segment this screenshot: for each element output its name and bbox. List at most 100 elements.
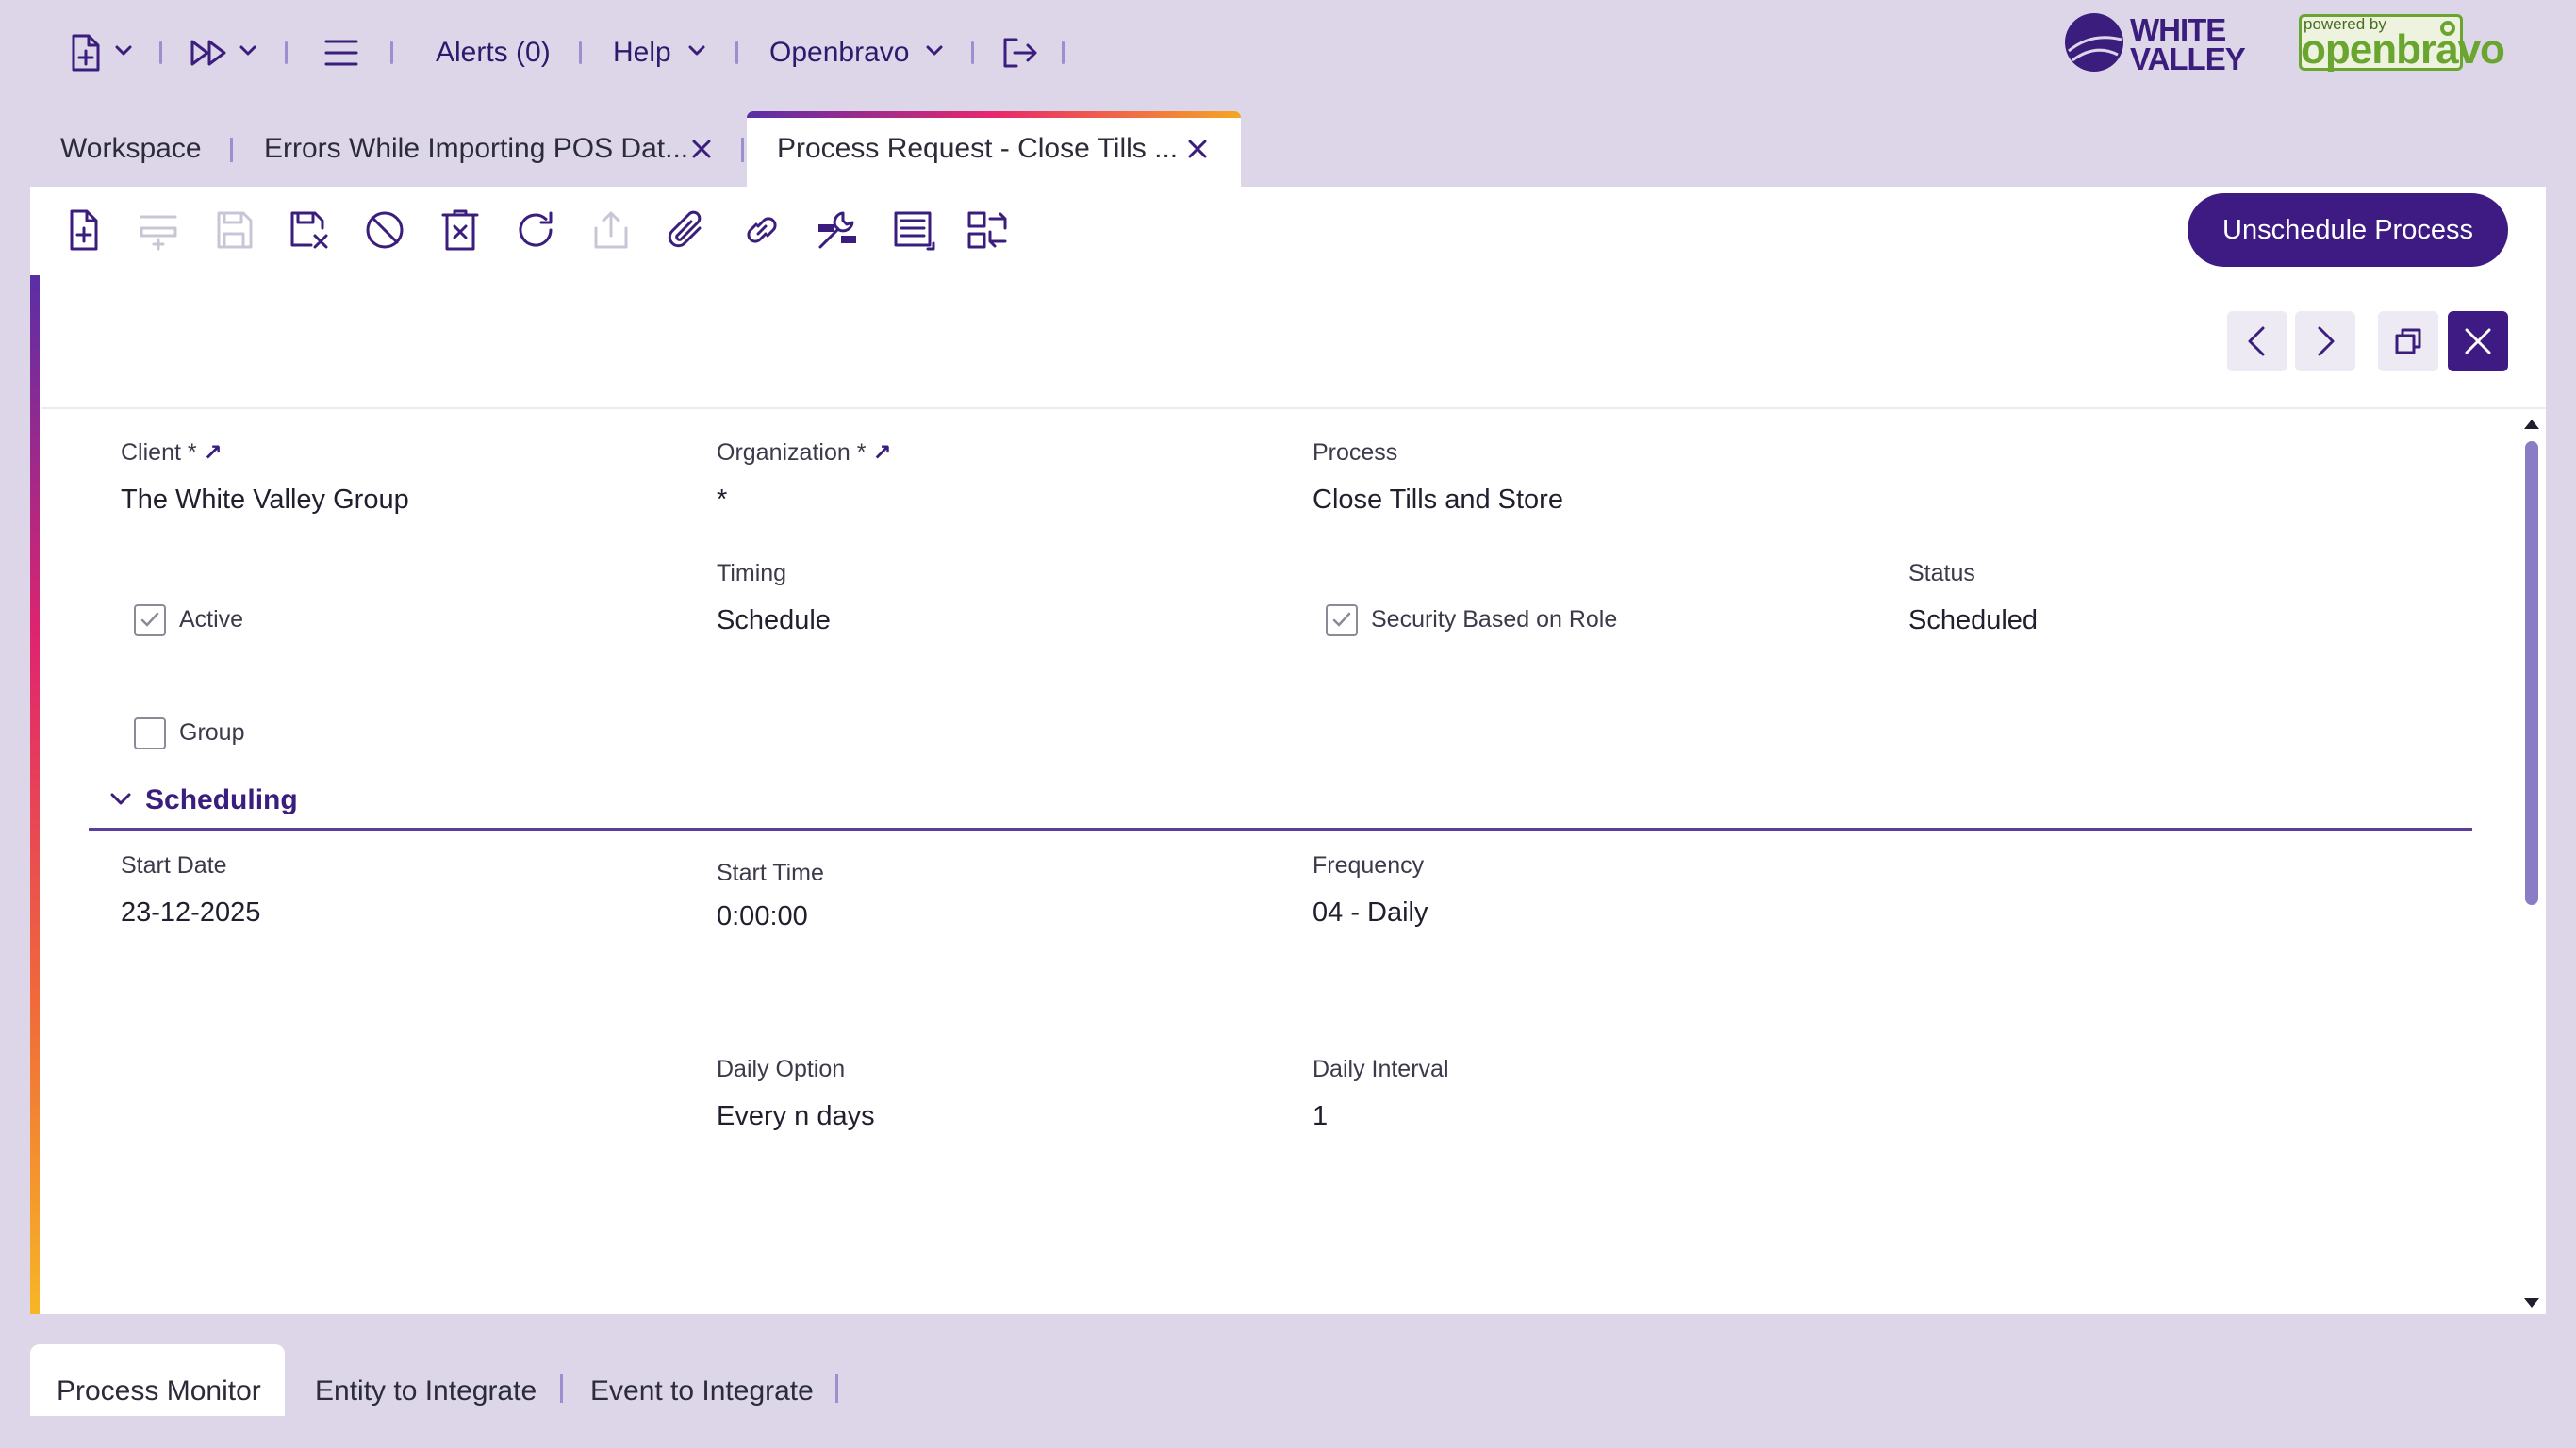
chevron-right-icon: [2318, 326, 2335, 356]
help-menu[interactable]: Help: [613, 32, 671, 74]
nav-separator: [971, 41, 974, 64]
scroll-down-arrow-icon[interactable]: [2521, 1295, 2542, 1310]
form-view-icon[interactable]: [890, 207, 935, 253]
nav-separator: [159, 41, 162, 64]
brand-line-1: WHITE: [2130, 12, 2226, 47]
checkmark-icon: [140, 612, 159, 627]
next-record-button[interactable]: [2295, 311, 2355, 371]
save-icon: [211, 207, 256, 253]
hamburger-menu-icon[interactable]: [322, 38, 360, 68]
chevron-down-icon[interactable]: [115, 45, 132, 57]
tab-entity-to-integrate[interactable]: Entity to Integrate: [315, 1344, 537, 1416]
new-record-icon[interactable]: [60, 207, 106, 253]
new-document-icon[interactable]: [64, 32, 106, 74]
active-checkbox[interactable]: [134, 604, 166, 636]
tab-separator: [230, 138, 233, 162]
close-icon: [2465, 328, 2491, 354]
tools-icon[interactable]: [815, 207, 860, 253]
frequency-label: Frequency: [1313, 852, 1425, 879]
maximize-button[interactable]: [2378, 311, 2438, 371]
header-divider: [41, 407, 2546, 409]
daily-interval-label: Daily Interval: [1313, 1056, 1449, 1082]
new-row-icon: [136, 207, 181, 253]
timing-value[interactable]: Schedule: [717, 605, 831, 636]
daily-option-value[interactable]: Every n days: [717, 1101, 875, 1132]
tab-separator: [835, 1374, 838, 1403]
unschedule-process-button[interactable]: Unschedule Process: [2188, 193, 2508, 267]
client-value[interactable]: The White Valley Group: [121, 485, 409, 516]
close-icon[interactable]: [690, 138, 713, 160]
active-label: Active: [179, 606, 244, 633]
process-label: Process: [1313, 439, 1398, 466]
frequency-value[interactable]: 04 - Daily: [1313, 897, 1428, 929]
brand-line-2: VALLEY: [2130, 41, 2246, 76]
cancel-icon[interactable]: [362, 207, 407, 253]
chevron-down-icon[interactable]: [109, 792, 132, 807]
tab-errors-importing-pos[interactable]: Errors While Importing POS Dat...: [264, 111, 688, 187]
start-date-label: Start Date: [121, 852, 227, 879]
link-icon[interactable]: [739, 207, 784, 253]
tab-separator: [741, 138, 744, 162]
status-value: Scheduled: [1908, 605, 2039, 635]
logout-icon[interactable]: [1001, 36, 1039, 70]
top-navigation-bar: Alerts (0) Help Openbravo WHITE VALLEY p…: [0, 0, 2576, 108]
tab-label: Entity to Integrate: [315, 1375, 537, 1407]
close-icon[interactable]: [1186, 138, 1209, 160]
chevron-down-icon[interactable]: [239, 45, 256, 57]
delete-icon[interactable]: [438, 207, 483, 253]
white-valley-logo-icon: [2063, 11, 2125, 74]
tab-event-to-integrate[interactable]: Event to Integrate: [590, 1344, 814, 1416]
tab-label: Process Request - Close Tills ...: [777, 133, 1179, 164]
process-value[interactable]: Close Tills and Store: [1313, 485, 1563, 516]
main-panel: [30, 187, 2546, 1314]
group-label: Group: [179, 719, 245, 746]
tab-process-monitor[interactable]: Process Monitor: [30, 1344, 285, 1416]
group-checkbox[interactable]: [134, 717, 166, 749]
tab-label: Event to Integrate: [590, 1375, 814, 1407]
refresh-icon[interactable]: [513, 207, 558, 253]
openbravo-wordmark: openbravo: [2301, 26, 2505, 73]
tab-label: Errors While Importing POS Dat...: [264, 133, 689, 164]
alerts-link[interactable]: Alerts (0): [436, 32, 551, 74]
chevron-left-icon: [2248, 326, 2265, 356]
link-arrow-icon[interactable]: ↗: [204, 440, 223, 466]
link-arrow-icon[interactable]: ↗: [872, 440, 891, 466]
tab-separator: [560, 1374, 563, 1403]
security-based-on-role-checkbox[interactable]: [1326, 604, 1358, 636]
attachment-icon[interactable]: [664, 207, 709, 253]
nav-separator: [579, 41, 582, 64]
tab-workspace[interactable]: Workspace: [60, 111, 202, 187]
save-and-close-icon[interactable]: [287, 207, 332, 253]
vertical-scrollbar-thumb[interactable]: [2525, 441, 2538, 905]
organization-value[interactable]: *: [717, 485, 727, 516]
tab-process-request[interactable]: Process Request - Close Tills ...: [747, 111, 1241, 187]
daily-interval-value[interactable]: 1: [1313, 1101, 1328, 1132]
start-time-value[interactable]: 0:00:00: [717, 901, 808, 932]
scroll-up-arrow-icon[interactable]: [2521, 417, 2542, 432]
status-label: Status: [1908, 560, 1975, 586]
nav-separator: [735, 41, 738, 64]
start-time-label: Start Time: [717, 860, 824, 886]
organization-label-text: Organization *: [717, 439, 867, 466]
user-menu[interactable]: Openbravo: [769, 32, 909, 74]
tab-label: Workspace: [60, 133, 202, 164]
chevron-down-icon[interactable]: [926, 45, 943, 57]
security-based-on-role-label: Security Based on Role: [1371, 606, 1618, 633]
switch-view-icon[interactable]: [966, 207, 1011, 253]
daily-option-label: Daily Option: [717, 1056, 846, 1082]
tab-label: Process Monitor: [57, 1375, 261, 1407]
previous-record-button[interactable]: [2227, 311, 2287, 371]
white-valley-logo: WHITE VALLEY: [2130, 12, 2246, 76]
scheduling-section-title[interactable]: Scheduling: [145, 784, 298, 816]
nav-separator: [1062, 41, 1065, 64]
section-divider: [89, 828, 2472, 831]
checkmark-icon: [1332, 612, 1351, 627]
close-record-button[interactable]: [2448, 311, 2508, 371]
fast-forward-icon[interactable]: [189, 36, 232, 70]
chevron-down-icon[interactable]: [688, 45, 705, 57]
restore-window-icon: [2395, 328, 2421, 354]
client-label: Client * ↗: [121, 439, 223, 467]
timing-label: Timing: [717, 560, 787, 586]
openbravo-badge-icon: [2438, 19, 2457, 38]
start-date-value[interactable]: 23-12-2025: [121, 897, 260, 929]
